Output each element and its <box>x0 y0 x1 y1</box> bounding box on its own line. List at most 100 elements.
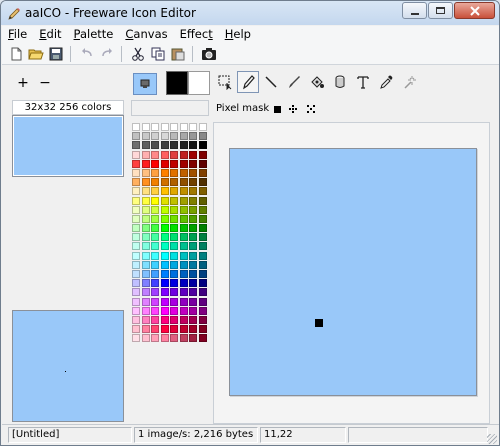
palette-color-cell[interactable] <box>179 251 188 260</box>
palette-color-cell[interactable] <box>141 214 150 223</box>
palette-color-cell[interactable] <box>189 168 197 177</box>
palette-color-cell[interactable] <box>132 251 140 260</box>
palette-color-cell[interactable] <box>132 325 140 334</box>
palette-color-cell[interactable] <box>141 315 150 324</box>
palette-color-cell[interactable] <box>170 270 178 278</box>
palette-color-cell[interactable] <box>160 159 169 168</box>
mask-option-x[interactable] <box>305 103 317 115</box>
palette-color-cell[interactable] <box>170 178 178 187</box>
palette-color-cell[interactable] <box>141 334 150 343</box>
palette-color-cell[interactable] <box>141 159 150 168</box>
palette-color-cell[interactable] <box>189 325 197 334</box>
palette-color-cell[interactable] <box>151 159 159 168</box>
palette-color-cell[interactable] <box>160 279 169 288</box>
palette-color-cell[interactable] <box>151 214 159 223</box>
palette-color-cell[interactable] <box>132 315 140 324</box>
palette-color-cell[interactable] <box>198 178 207 187</box>
palette-color-cell[interactable] <box>189 288 197 297</box>
palette-color-cell[interactable] <box>132 270 140 278</box>
palette-color-cell[interactable] <box>179 159 188 168</box>
palette-color-cell[interactable] <box>160 196 169 205</box>
palette-color-cell[interactable] <box>189 205 197 214</box>
palette-color-cell[interactable] <box>179 178 188 187</box>
palette-color-cell[interactable] <box>189 214 197 223</box>
menu-file[interactable]: File <box>2 26 33 43</box>
palette-color-cell[interactable] <box>189 233 197 242</box>
palette-color-cell[interactable] <box>170 306 178 315</box>
palette-color-cell[interactable] <box>160 233 169 242</box>
remove-image-button[interactable]: − <box>37 75 53 91</box>
palette-color-cell[interactable] <box>132 233 140 242</box>
palette-color-cell[interactable] <box>170 214 178 223</box>
eyedropper-tool[interactable] <box>375 71 397 93</box>
palette-color-cell[interactable] <box>189 334 197 343</box>
palette-color-cell[interactable] <box>170 242 178 251</box>
palette-color-cell[interactable] <box>132 306 140 315</box>
palette-color-cell[interactable] <box>170 233 178 242</box>
palette-color-cell[interactable] <box>160 168 169 177</box>
palette-color-cell[interactable] <box>179 168 188 177</box>
palette-color-cell[interactable] <box>141 178 150 187</box>
palette-color-cell[interactable] <box>189 315 197 324</box>
palette-color-cell[interactable] <box>151 168 159 177</box>
add-image-button[interactable]: + <box>15 75 31 91</box>
palette-color-cell[interactable] <box>170 196 178 205</box>
palette-color-cell[interactable] <box>189 178 197 187</box>
palette-color-cell[interactable] <box>189 306 197 315</box>
palette-color-cell[interactable] <box>198 315 207 324</box>
palette-color-cell[interactable] <box>160 325 169 334</box>
palette-color-cell[interactable] <box>160 123 169 131</box>
palette-color-cell[interactable] <box>179 279 188 288</box>
mask-option-diamond[interactable] <box>287 103 299 115</box>
palette-color-cell[interactable] <box>151 150 159 159</box>
screenshot-button[interactable] <box>200 45 218 63</box>
palette-color-cell[interactable] <box>198 260 207 269</box>
palette-color-cell[interactable] <box>160 334 169 343</box>
palette-color-cell[interactable] <box>170 279 178 288</box>
palette-color-cell[interactable] <box>141 251 150 260</box>
palette-color-cell[interactable] <box>198 325 207 334</box>
menu-effect[interactable]: Effect <box>174 26 219 43</box>
close-button[interactable] <box>454 2 495 19</box>
palette-color-cell[interactable] <box>170 334 178 343</box>
image-thumbnail[interactable] <box>12 115 124 177</box>
palette-color-cell[interactable] <box>189 270 197 278</box>
palette-color-cell[interactable] <box>179 315 188 324</box>
palette-color-cell[interactable] <box>198 214 207 223</box>
palette-color-cell[interactable] <box>198 187 207 196</box>
palette-color-cell[interactable] <box>141 187 150 196</box>
palette-color-cell[interactable] <box>141 150 150 159</box>
palette-color-cell[interactable] <box>179 196 188 205</box>
menu-edit[interactable]: Edit <box>33 26 67 43</box>
select-tool[interactable] <box>214 71 236 93</box>
drawing-canvas[interactable] <box>229 148 477 396</box>
palette-color-cell[interactable] <box>141 132 150 141</box>
minimize-button[interactable] <box>402 2 427 19</box>
palette-selector[interactable] <box>131 100 209 116</box>
paste-button[interactable] <box>169 45 187 63</box>
palette-color-cell[interactable] <box>132 196 140 205</box>
palette-color-cell[interactable] <box>198 270 207 278</box>
palette-color-cell[interactable] <box>151 279 159 288</box>
palette-color-cell[interactable] <box>160 270 169 278</box>
palette-color-cell[interactable] <box>141 196 150 205</box>
resize-grip[interactable] <box>487 434 497 444</box>
palette-color-cell[interactable] <box>170 224 178 233</box>
palette-color-cell[interactable] <box>189 260 197 269</box>
palette-color-cell[interactable] <box>179 306 188 315</box>
palette-color-cell[interactable] <box>198 334 207 343</box>
palette-color-cell[interactable] <box>179 233 188 242</box>
palette-color-cell[interactable] <box>151 288 159 297</box>
palette-color-cell[interactable] <box>151 141 159 150</box>
palette-color-cell[interactable] <box>132 260 140 269</box>
palette-color-cell[interactable] <box>151 187 159 196</box>
palette-color-cell[interactable] <box>132 123 140 131</box>
palette-color-cell[interactable] <box>170 150 178 159</box>
palette-color-cell[interactable] <box>132 205 140 214</box>
palette-color-cell[interactable] <box>151 315 159 324</box>
palette-color-cell[interactable] <box>132 178 140 187</box>
palette-color-cell[interactable] <box>160 205 169 214</box>
palette-color-cell[interactable] <box>189 159 197 168</box>
palette-color-cell[interactable] <box>132 279 140 288</box>
palette-color-cell[interactable] <box>132 214 140 223</box>
